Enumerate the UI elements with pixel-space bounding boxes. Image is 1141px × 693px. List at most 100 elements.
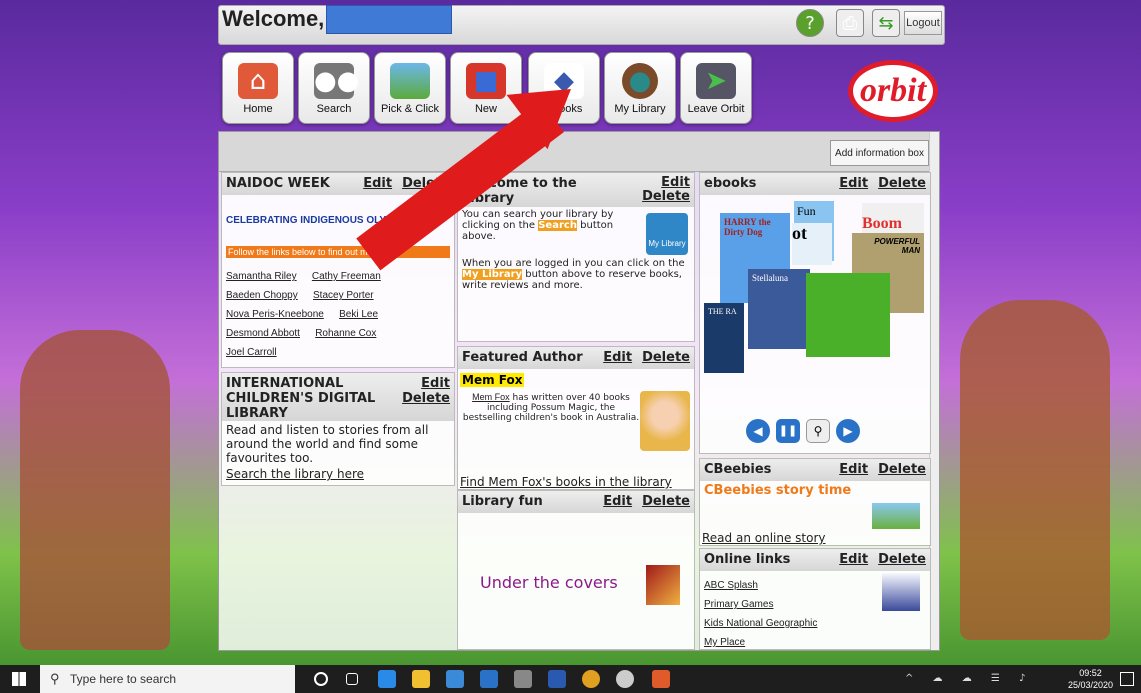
icdl-edit-link[interactable]: Edit xyxy=(421,376,450,391)
app-icon-2[interactable] xyxy=(616,670,634,688)
clock-date: 25/03/2020 xyxy=(1068,680,1114,690)
ebooks-pause-button[interactable]: ❚❚ xyxy=(776,419,800,443)
ebook-cover-stellaluna[interactable]: Stellaluna xyxy=(748,269,810,349)
featured-author-panel: Featured Author Edit Delete Mem Fox Mem Fo… xyxy=(457,346,695,490)
link-stacey-porter[interactable]: Stacey Porter xyxy=(313,290,374,301)
link-rohanne-cox[interactable]: Rohanne Cox xyxy=(315,328,376,339)
print-icon[interactable]: ⎙ xyxy=(836,9,864,37)
notification-icon[interactable] xyxy=(1120,672,1134,686)
windows-taskbar: ⚲ Type here to search ^ ☁ ☁ ☰ ♪ 09:52 25/0… xyxy=(0,665,1141,693)
system-tray-icons[interactable]: ^ ☁ ☁ ☰ ♪ xyxy=(905,673,1033,684)
naidoc-edit-link[interactable]: Edit xyxy=(363,176,392,191)
link-desmond-abbott[interactable]: Desmond Abbott xyxy=(226,328,300,339)
online-links-panel: Online links Edit Delete ABC Splash Primar… xyxy=(699,548,931,650)
ebooks-zoom-button[interactable]: ⚲ xyxy=(806,419,830,443)
cbeebies-subtitle: CBeebies story time xyxy=(704,483,852,498)
library-fun-title: Library fun xyxy=(462,494,543,509)
featured-delete-link[interactable]: Delete xyxy=(642,350,690,365)
nav-search-label: Search xyxy=(316,103,352,115)
naidoc-follow-bar: Follow the links below to find out more. xyxy=(226,246,450,258)
my-library-badge[interactable]: My Library xyxy=(646,213,688,255)
fun-delete-link[interactable]: Delete xyxy=(642,494,690,509)
word-icon[interactable] xyxy=(548,670,566,688)
taskbar-search-box[interactable]: ⚲ Type here to search xyxy=(40,665,295,693)
switch-arrows-icon[interactable]: ⇆ xyxy=(872,9,900,37)
icdl-delete-link[interactable]: Delete xyxy=(402,391,450,406)
welcome-delete-link[interactable]: Delete xyxy=(642,189,690,204)
ebooks-delete-link[interactable]: Delete xyxy=(878,176,926,191)
house-icon: ⌂ xyxy=(238,63,278,99)
find-mem-fox-link[interactable]: Find Mem Fox's books in the library xyxy=(460,475,672,489)
nav-home-button[interactable]: ⌂ Home xyxy=(222,52,294,124)
add-information-box-button[interactable]: Add information box xyxy=(830,140,929,166)
nav-search-button[interactable]: ●● Search xyxy=(298,52,370,124)
search-icon: ⚲ xyxy=(50,671,60,686)
welcome-library-panel: Welcome to the Library Edit Delete My Libr… xyxy=(457,172,695,342)
door-exit-icon: ➤ xyxy=(696,63,736,99)
online-links-title: Online links xyxy=(704,552,791,567)
link-kids-national-geographic[interactable]: Kids National Geographic xyxy=(704,618,817,629)
naidoc-title: NAIDOC WEEK xyxy=(226,176,330,191)
clock[interactable]: 09:52 25/03/2020 xyxy=(1068,667,1113,691)
icdl-search-link[interactable]: Search the library here xyxy=(222,467,454,481)
featured-edit-link[interactable]: Edit xyxy=(603,350,632,365)
featured-author-title: Featured Author xyxy=(462,350,583,365)
ebook-cover-the-ra[interactable]: THE RA xyxy=(704,303,744,373)
link-joel-carroll[interactable]: Joel Carroll xyxy=(226,347,277,358)
link-nova-peris-kneebone[interactable]: Nova Peris-Kneebone xyxy=(226,309,324,320)
nav-my-library-button[interactable]: ● My Library xyxy=(604,52,676,124)
gift-icon: ■ xyxy=(466,63,506,99)
link-my-place[interactable]: My Place xyxy=(704,637,745,648)
ebooks-prev-button[interactable]: ◀ xyxy=(746,419,770,443)
avatar-icon: ● xyxy=(622,63,658,99)
chrome-icon[interactable] xyxy=(582,670,600,688)
info-toolbar: Add information box xyxy=(219,132,939,172)
nav-pick-click-button[interactable]: Pick & Click xyxy=(374,52,446,124)
app-icon[interactable] xyxy=(514,670,532,688)
cbeebies-panel: CBeebies Edit Delete CBeebies story time R… xyxy=(699,458,931,546)
fun-edit-link[interactable]: Edit xyxy=(603,494,632,509)
task-view-icon[interactable] xyxy=(346,673,358,685)
online-delete-link[interactable]: Delete xyxy=(878,552,926,567)
welcome-edit-link[interactable]: Edit xyxy=(661,175,690,190)
book-cover-icon xyxy=(646,565,680,605)
file-explorer-icon[interactable] xyxy=(412,670,430,688)
icdl-body: Read and listen to stories from all arou… xyxy=(226,423,429,465)
link-abc-splash[interactable]: ABC Splash xyxy=(704,580,758,591)
help-icon[interactable]: ? xyxy=(796,9,824,37)
link-beki-lee[interactable]: Beki Lee xyxy=(339,309,378,320)
nav-leave-orbit-button[interactable]: ➤ Leave Orbit xyxy=(680,52,752,124)
cbeebies-thumbnail[interactable] xyxy=(872,503,920,529)
ebook-cover-ot[interactable]: ot xyxy=(792,223,832,265)
ebooks-next-button[interactable]: ▶ xyxy=(836,419,860,443)
featured-author-name: Mem Fox xyxy=(460,373,525,387)
mem-fox-link[interactable]: Mem Fox xyxy=(472,392,510,402)
nav-my-library-label: My Library xyxy=(614,103,666,115)
under-the-covers-text: Under the covers xyxy=(480,573,618,592)
username-redacted xyxy=(326,5,452,34)
nav-pick-click-label: Pick & Click xyxy=(380,103,440,115)
read-online-story-link[interactable]: Read an online story xyxy=(702,531,826,545)
featured-body: Mem Fox has written over 40 books includ… xyxy=(462,392,640,423)
cortana-icon[interactable] xyxy=(314,672,328,686)
windows-start-icon[interactable] xyxy=(12,672,26,686)
online-links-book-icon xyxy=(882,573,920,611)
nav-new-button[interactable]: ■ New xyxy=(450,52,522,124)
link-baeden-choppy[interactable]: Baeden Choppy xyxy=(226,290,298,301)
edge-icon[interactable] xyxy=(378,670,396,688)
link-samantha-riley[interactable]: Samantha Riley xyxy=(226,271,297,282)
link-primary-games[interactable]: Primary Games xyxy=(704,599,773,610)
store-icon[interactable] xyxy=(446,670,464,688)
ebook-cover-rooster[interactable] xyxy=(806,273,890,357)
logout-button[interactable]: Logout xyxy=(904,11,942,35)
mail-icon[interactable] xyxy=(480,670,498,688)
cbeebies-title: CBeebies xyxy=(704,462,772,477)
cbeebies-edit-link[interactable]: Edit xyxy=(839,462,868,477)
cbeebies-delete-link[interactable]: Delete xyxy=(878,462,926,477)
binoculars-icon: ●● xyxy=(314,63,359,99)
picture-icon xyxy=(390,63,430,99)
online-edit-link[interactable]: Edit xyxy=(839,552,868,567)
link-cathy-freeman[interactable]: Cathy Freeman xyxy=(312,271,381,282)
app-icon-3[interactable] xyxy=(652,670,670,688)
ebooks-edit-link[interactable]: Edit xyxy=(839,176,868,191)
